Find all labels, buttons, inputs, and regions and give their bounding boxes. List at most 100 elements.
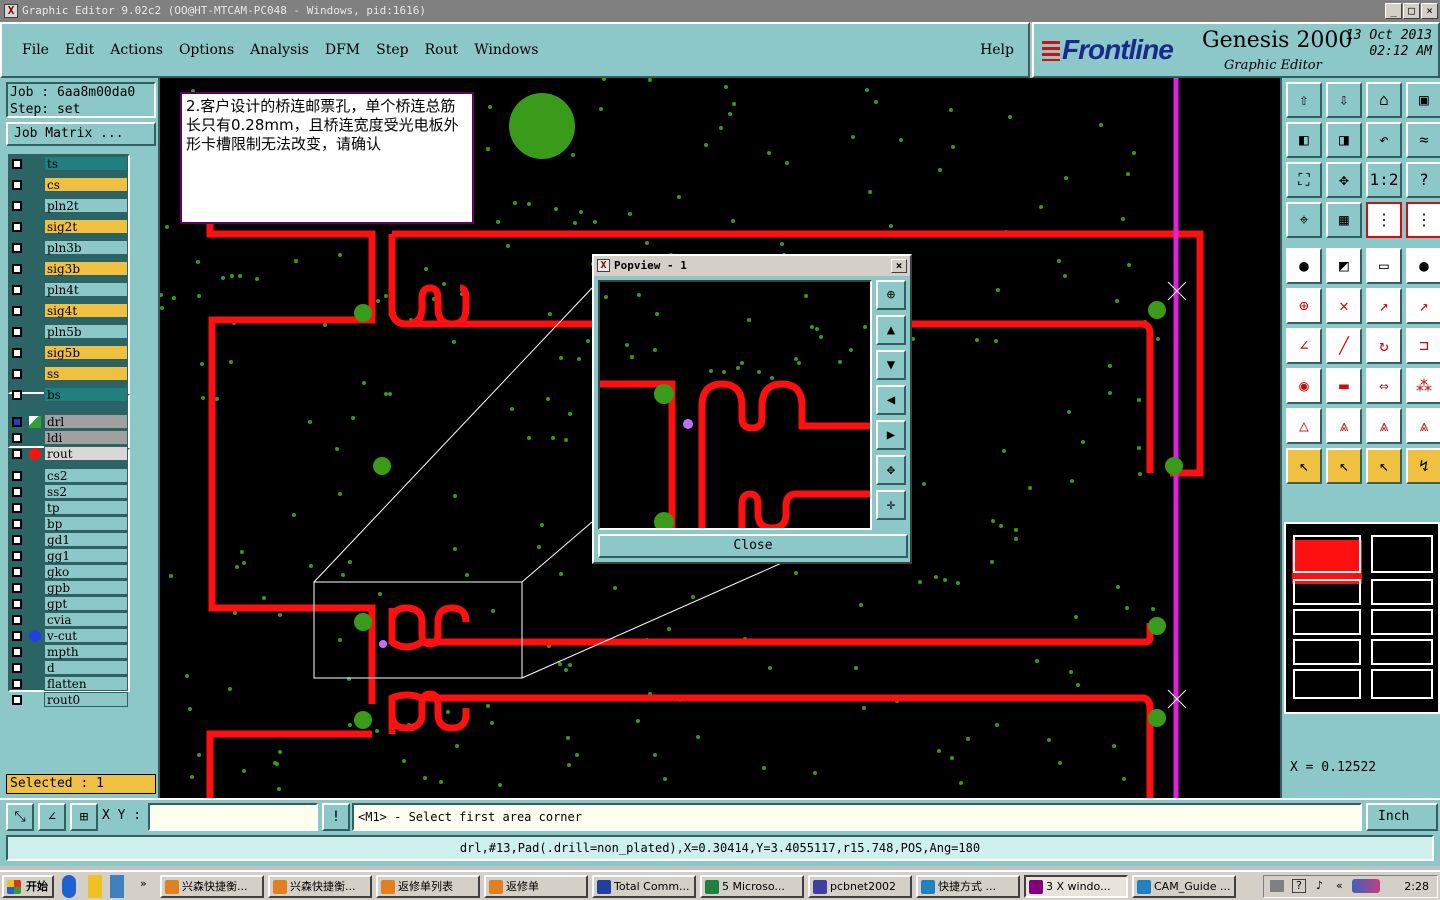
arc-red-icon[interactable]: ↗ [1406,288,1440,324]
home-icon[interactable]: ⌂ [1366,82,1402,118]
menu-dfm[interactable]: DFM [317,42,368,58]
layer-checkbox[interactable] [12,471,22,481]
redraw-icon[interactable]: ≈ [1406,122,1440,158]
taskbar-button[interactable]: 3 X windo... [1024,875,1128,898]
layer-row[interactable]: bp [8,516,130,532]
layer-checkbox[interactable] [12,583,22,593]
layer-row[interactable]: cs2 [8,468,130,484]
taskbar-button[interactable]: 返修单 [484,875,588,898]
menu-analysis[interactable]: Analysis [242,42,317,58]
popview-zoom-in-button[interactable]: ⊕ [876,280,906,310]
popview-close-x-button[interactable]: × [891,259,907,273]
layer-row[interactable]: ss2 [8,484,130,500]
menu-actions[interactable]: Actions [102,42,171,58]
pad-add-icon[interactable]: ◉ [1286,368,1322,404]
net-icon[interactable]: ⊕ [1286,288,1322,324]
layer-row[interactable]: flatten [8,676,130,692]
layer-row[interactable]: tp [8,500,130,516]
triangle-icon[interactable]: △ [1286,408,1322,444]
rotate-icon[interactable]: ↻ [1366,328,1402,364]
desktop-icon[interactable] [110,875,124,898]
xy-input[interactable] [148,803,318,831]
popview-pan-down-button[interactable]: ▼ [876,350,906,380]
maximize-button[interactable]: □ [1403,3,1420,19]
layer-checkbox[interactable] [12,264,22,274]
window-icon[interactable]: ▣ [1406,82,1440,118]
fit-icon[interactable]: ⛶ [1286,162,1322,198]
arrow-up3-icon[interactable]: ⩓ [1406,408,1440,444]
scale-icon[interactable]: 1:2 [1366,162,1402,198]
help-icon[interactable]: ? [1406,162,1440,198]
layer-checkbox[interactable] [12,449,22,459]
job-matrix-button[interactable]: Job Matrix ... [6,122,156,146]
grid-icon[interactable]: ▦ [1326,202,1362,238]
pad-multi-icon[interactable]: ⁂ [1406,368,1440,404]
slash-icon[interactable]: ╱ [1326,328,1362,364]
save-icon[interactable]: ⇩ [1326,82,1362,118]
line-icon[interactable]: ↗ [1366,288,1402,324]
layer-row[interactable]: sig5b [8,345,130,361]
taskbar-button[interactable]: 兴森快捷衡... [160,875,264,898]
layer-row[interactable]: ldi [8,430,130,446]
layer-row[interactable]: gg1 [8,548,130,564]
close-button[interactable]: × [1421,3,1438,19]
pad-icon[interactable]: ● [1286,248,1322,284]
layer-checkbox[interactable] [12,567,22,577]
highlight-icon[interactable]: ◩ [1326,248,1362,284]
popview-fit-button[interactable]: ✥ [876,455,906,485]
speaker-icon[interactable]: ♪ [1316,879,1323,892]
layers-red2-icon[interactable]: ⋮ [1406,202,1440,238]
layer-checkbox[interactable] [12,327,22,337]
layer-checkbox[interactable] [12,631,22,641]
minimap[interactable] [1284,522,1440,714]
bang-button[interactable]: ! [322,803,350,831]
open-icon[interactable]: ⇧ [1286,82,1322,118]
layer-row[interactable]: pln3b [8,240,130,256]
layer-row[interactable]: rout0 [8,692,130,708]
layer-checkbox[interactable] [12,551,22,561]
taskbar-button[interactable]: CAM_Guide ... [1132,875,1236,898]
layer-row[interactable]: ts [8,156,130,172]
layer-checkbox[interactable] [12,417,22,427]
arrow-up2-icon[interactable]: ⩓ [1366,408,1402,444]
angle-icon[interactable]: ∠ [1286,328,1322,364]
layer-row[interactable]: gpt [8,596,130,612]
layer-row[interactable]: rout [8,446,130,462]
layer-row[interactable]: sig2t [8,219,130,235]
menu-rout[interactable]: Rout [417,42,467,58]
select-alt-icon[interactable]: ↖ [1366,448,1402,484]
layer-row[interactable]: pln2t [8,198,130,214]
units-selector[interactable]: Inch [1366,803,1438,831]
layer-checkbox[interactable] [12,503,22,513]
layer-checkbox[interactable] [12,285,22,295]
popview-pan-up-button[interactable]: ▲ [876,315,906,345]
popview-pan-left-button[interactable]: ◀ [876,385,906,415]
layer-row[interactable]: pln5b [8,324,130,340]
dot-icon[interactable]: ● [1406,248,1440,284]
layer-checkbox[interactable] [12,695,22,705]
taskbar-button[interactable]: Total Comm... [592,875,696,898]
tray-expand-icon[interactable]: « [1336,879,1343,892]
popview-close-button[interactable]: Close [598,534,908,558]
taskbar-button[interactable]: 返修单列表 [376,875,480,898]
layer-row[interactable]: mpth [8,644,130,660]
menu-file[interactable]: File [14,42,57,58]
layer-checkbox[interactable] [12,348,22,358]
select-icon[interactable]: ↖ [1286,448,1322,484]
layer-checkbox[interactable] [12,647,22,657]
start-button[interactable]: 开始 [2,875,54,898]
layer-row[interactable]: ss [8,366,130,382]
bracket-icon[interactable]: ⊐ [1406,328,1440,364]
taskbar-button[interactable]: 5 Microso... [700,875,804,898]
tray-apps-icon[interactable] [1352,879,1380,893]
layer-row[interactable]: cvia [8,612,130,628]
layer-checkbox[interactable] [12,201,22,211]
layer-row[interactable]: bs [8,387,130,403]
grid-icon[interactable]: ⊞ [70,803,98,831]
arrow-up-icon[interactable]: ⩓ [1326,408,1362,444]
menu-help[interactable]: Help [980,42,1014,58]
delete-icon[interactable]: ✕ [1326,288,1362,324]
layer-row[interactable]: drl [8,414,130,430]
measure-icon[interactable]: ∠ [38,803,66,831]
layer-checkbox[interactable] [12,535,22,545]
